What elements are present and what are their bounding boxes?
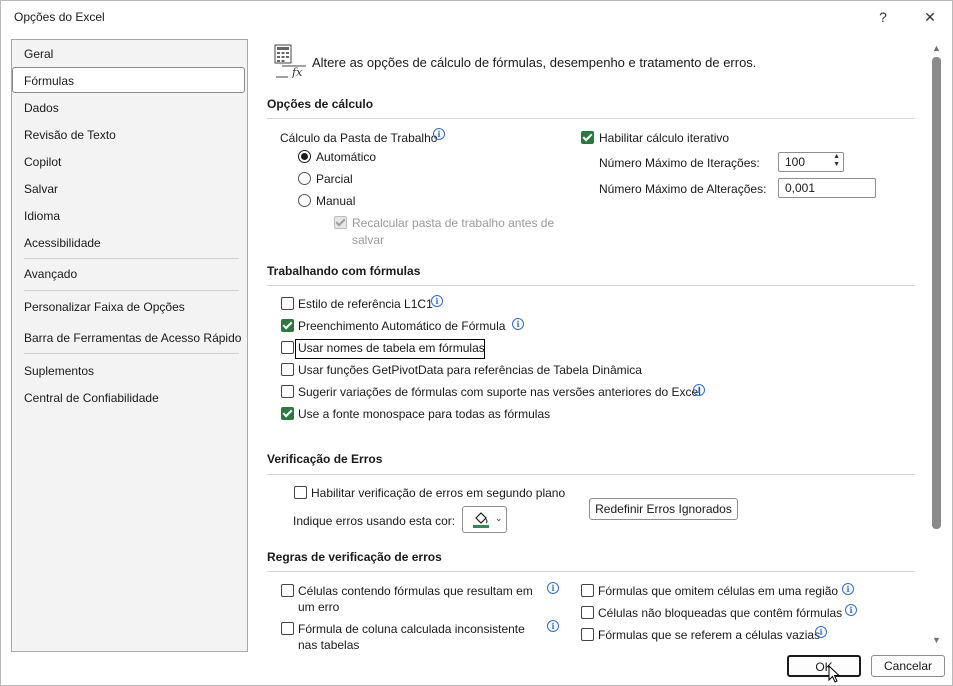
cancel-button[interactable]: Cancelar xyxy=(871,655,945,677)
sidebar-item-salvar[interactable]: Salvar xyxy=(24,182,58,196)
info-icon[interactable]: i xyxy=(433,128,445,140)
info-icon[interactable]: i xyxy=(547,582,559,594)
monospace-font-checkbox[interactable] xyxy=(281,407,294,420)
max-iterations-input[interactable]: 100 ▲ ▼ xyxy=(778,152,844,172)
rule-omit-cells-label: Fórmulas que omitem células em uma regiã… xyxy=(598,584,839,598)
info-icon[interactable]: i xyxy=(547,620,559,632)
recalc-before-save-label-line1: Recalcular pasta de trabalho antes de xyxy=(352,216,555,230)
info-icon[interactable]: i xyxy=(693,384,705,396)
chevron-down-icon: ⌄ xyxy=(495,513,503,523)
sidebar-divider xyxy=(24,353,239,354)
section-title-calculo: Opções de cálculo xyxy=(267,97,374,111)
r1c1-checkbox[interactable] xyxy=(281,297,294,310)
help-button[interactable]: ? xyxy=(869,5,897,29)
sidebar-item-barra-acesso-rapido[interactable]: Barra de Ferramentas de Acesso Rápido xyxy=(24,331,241,345)
section-title-regras: Regras de verificação de erros xyxy=(267,550,442,564)
sidebar-divider xyxy=(24,258,239,259)
error-color-picker[interactable]: ⌄ xyxy=(462,506,507,533)
excel-options-dialog: Opções do Excel ? ✕ Geral Fórmulas Dados… xyxy=(0,0,953,686)
error-color-label: Indique erros usando esta cor: xyxy=(293,514,456,528)
background-error-check-checkbox[interactable] xyxy=(294,486,307,499)
suggest-variations-label: Sugerir variações de fórmulas com suport… xyxy=(298,385,701,399)
scroll-up-arrow-icon[interactable]: ▲ xyxy=(930,43,943,53)
sidebar-item-suplementos[interactable]: Suplementos xyxy=(24,364,94,378)
sidebar-item-revisao[interactable]: Revisão de Texto xyxy=(24,128,116,142)
rule-inconsistent-column-checkbox[interactable] xyxy=(281,622,294,635)
max-iterations-label: Número Máximo de Iterações: xyxy=(599,156,760,170)
sidebar-item-acessibilidade[interactable]: Acessibilidade xyxy=(24,236,101,250)
info-icon[interactable]: i xyxy=(431,295,443,307)
rule-inconsistent-column-label-line2: nas tabelas xyxy=(298,638,360,652)
max-change-label: Número Máximo de Alterações: xyxy=(599,182,767,196)
svg-text:fx: fx xyxy=(291,66,303,78)
table-names-checkbox[interactable] xyxy=(281,341,294,354)
rule-inconsistent-column-label-line1: Fórmula de coluna calculada inconsistent… xyxy=(298,622,525,636)
monospace-font-label: Use a fonte monospace para todas as fórm… xyxy=(298,407,551,421)
formula-autocomplete-label: Preenchimento Automático de Fórmula xyxy=(298,319,506,333)
sidebar-item-copilot[interactable]: Copilot xyxy=(24,155,61,169)
formula-settings-icon: fx xyxy=(274,44,308,79)
radio-automatico[interactable] xyxy=(298,150,311,163)
info-icon[interactable]: i xyxy=(512,318,524,330)
rule-unlocked-cells-label: Células não bloqueadas que contêm fórmul… xyxy=(598,606,843,620)
sidebar-item-personalizar-faixa[interactable]: Personalizar Faixa de Opções xyxy=(24,300,185,314)
formula-autocomplete-checkbox[interactable] xyxy=(281,319,294,332)
sidebar-item-avancado[interactable]: Avançado xyxy=(24,267,77,281)
r1c1-label: Estilo de referência L1C1 xyxy=(298,297,433,311)
getpivotdata-checkbox[interactable] xyxy=(281,363,294,376)
sidebar: Geral Fórmulas Dados Revisão de Texto Co… xyxy=(11,39,248,652)
radio-manual-label: Manual xyxy=(316,194,356,208)
max-change-input[interactable]: 0,001 xyxy=(778,178,876,198)
max-change-value: 0,001 xyxy=(785,181,816,195)
max-iterations-value: 100 xyxy=(785,155,806,169)
getpivotdata-label: Usar funções GetPivotData para referênci… xyxy=(298,363,642,377)
spinner-arrows-icon[interactable]: ▲ ▼ xyxy=(833,153,840,169)
sidebar-item-geral[interactable]: Geral xyxy=(24,47,53,61)
background-error-check-label: Habilitar verificação de erros em segund… xyxy=(311,486,566,500)
rule-unlocked-cells-checkbox[interactable] xyxy=(581,606,594,619)
section-title-formulas: Trabalhando com fórmulas xyxy=(267,264,421,278)
info-icon[interactable]: i xyxy=(815,626,827,638)
sidebar-item-dados[interactable]: Dados xyxy=(24,101,59,115)
recalc-before-save-label-line2: salvar xyxy=(352,233,385,247)
radio-manual[interactable] xyxy=(298,194,311,207)
rule-error-formulas-label-line1: Células contendo fórmulas que resultam e… xyxy=(298,584,533,598)
rule-empty-cells-checkbox[interactable] xyxy=(581,628,594,641)
sidebar-item-central-confiabilidade[interactable]: Central de Confiabilidade xyxy=(24,391,159,405)
section-divider xyxy=(267,118,915,119)
mouse-cursor-icon xyxy=(828,665,841,683)
section-title-verificacao: Verificação de Erros xyxy=(267,452,383,466)
section-divider xyxy=(267,285,915,286)
reset-ignored-errors-button[interactable]: Redefinir Erros Ignorados xyxy=(589,498,738,520)
radio-automatico-label: Automático xyxy=(316,150,377,164)
rule-error-formulas-label-line2: um erro xyxy=(298,600,340,614)
dialog-title: Opções do Excel xyxy=(14,10,105,24)
rule-omit-cells-checkbox[interactable] xyxy=(581,584,594,597)
close-button[interactable]: ✕ xyxy=(916,5,944,29)
paint-bucket-icon xyxy=(473,512,489,528)
iterative-calc-checkbox[interactable] xyxy=(581,131,594,144)
section-divider xyxy=(267,571,915,572)
recalc-before-save-checkbox[interactable] xyxy=(334,216,347,229)
sidebar-item-idioma[interactable]: Idioma xyxy=(24,209,60,223)
sidebar-item-formulas[interactable]: Fórmulas xyxy=(24,74,74,88)
info-icon[interactable]: i xyxy=(842,583,854,595)
rule-empty-cells-label: Fórmulas que se referem a células vazias xyxy=(598,628,821,642)
section-divider xyxy=(267,474,915,475)
rule-error-formulas-checkbox[interactable] xyxy=(281,584,294,597)
sidebar-divider xyxy=(24,290,239,291)
iterative-calc-label: Habilitar cálculo iterativo xyxy=(599,131,730,145)
scroll-down-arrow-icon[interactable]: ▼ xyxy=(930,635,943,645)
workbook-calc-label: Cálculo da Pasta de Trabalho xyxy=(280,131,438,145)
table-names-label: Usar nomes de tabela em fórmulas xyxy=(298,341,485,355)
scrollbar-thumb[interactable] xyxy=(932,57,941,529)
info-icon[interactable]: i xyxy=(845,604,857,616)
page-description: Altere as opções de cálculo de fórmulas,… xyxy=(312,55,757,70)
radio-parcial-label: Parcial xyxy=(316,172,353,186)
ok-button[interactable]: OK xyxy=(787,655,861,677)
suggest-variations-checkbox[interactable] xyxy=(281,385,294,398)
radio-parcial[interactable] xyxy=(298,172,311,185)
